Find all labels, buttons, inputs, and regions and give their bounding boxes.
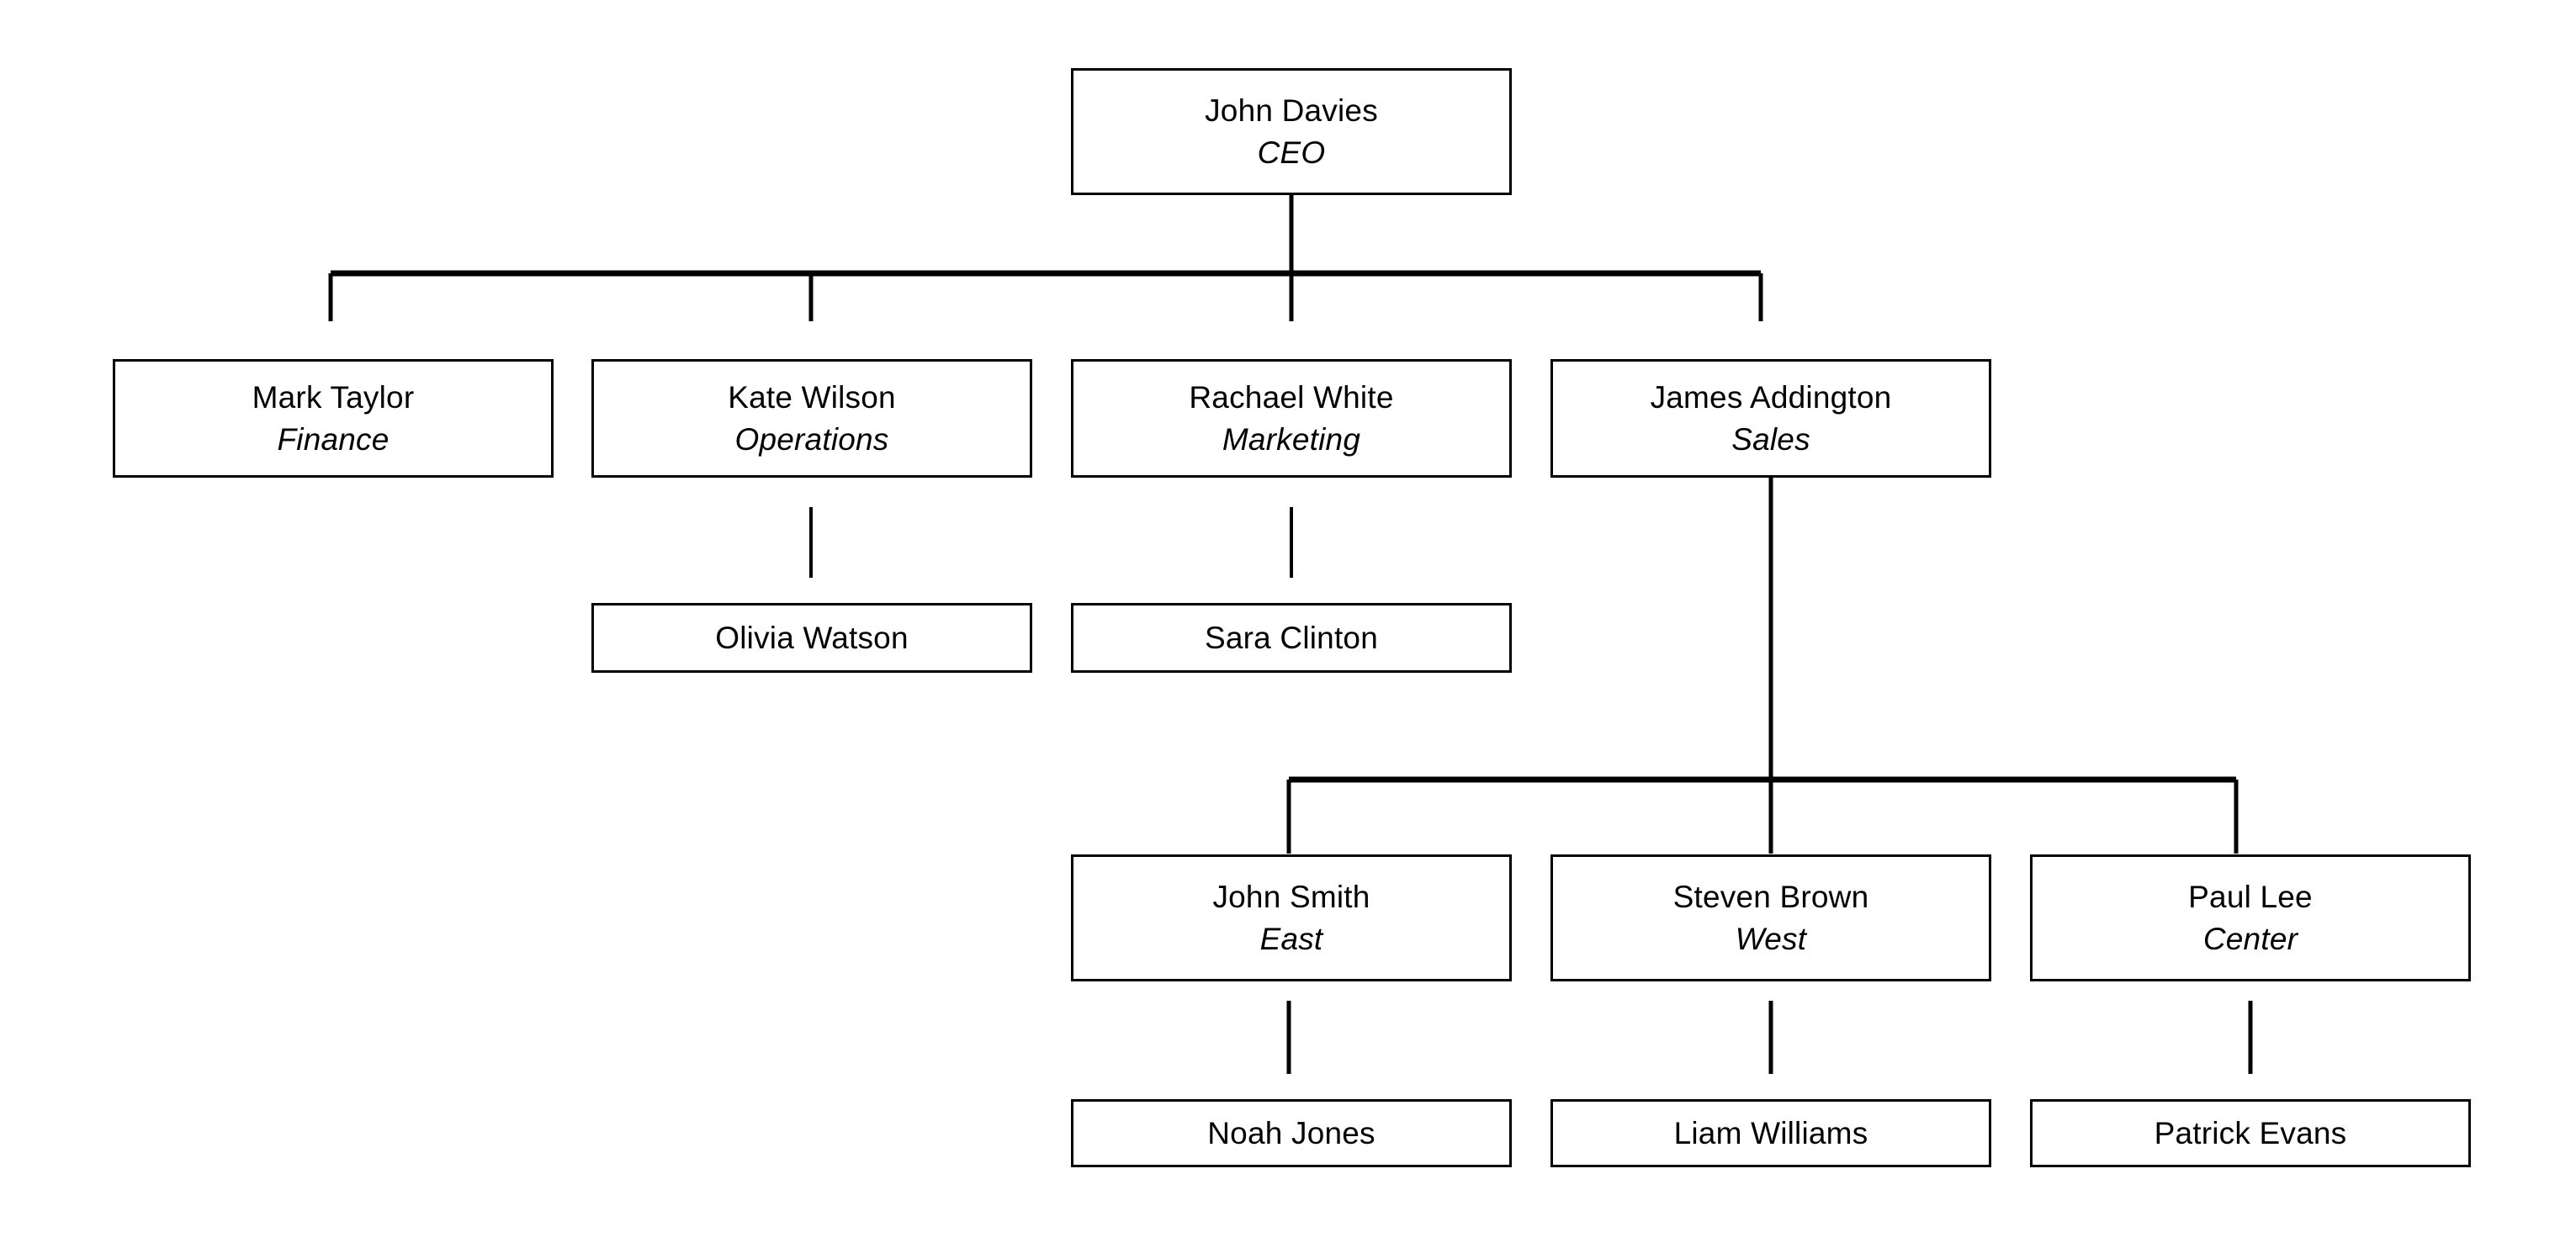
node-title: Finance bbox=[277, 421, 390, 457]
node-title: East bbox=[1259, 921, 1323, 956]
node-operations[interactable]: Kate Wilson Operations bbox=[591, 359, 1032, 478]
node-patrick-evans[interactable]: Patrick Evans bbox=[2030, 1099, 2471, 1167]
node-name: Liam Williams bbox=[1673, 1115, 1868, 1150]
node-sara-clinton[interactable]: Sara Clinton bbox=[1071, 603, 1512, 673]
org-chart: John Davies CEO Mark Taylor Finance Kate… bbox=[0, 0, 2576, 1248]
node-name: Paul Lee bbox=[2188, 879, 2313, 914]
node-title: CEO bbox=[1257, 135, 1326, 170]
node-east[interactable]: John Smith East bbox=[1071, 854, 1512, 981]
node-olivia-watson[interactable]: Olivia Watson bbox=[591, 603, 1032, 673]
node-name: John Smith bbox=[1212, 879, 1370, 914]
node-marketing[interactable]: Rachael White Marketing bbox=[1071, 359, 1512, 478]
node-noah-jones[interactable]: Noah Jones bbox=[1071, 1099, 1512, 1167]
node-title: Sales bbox=[1731, 421, 1810, 457]
node-name: Olivia Watson bbox=[715, 620, 909, 655]
node-title: Marketing bbox=[1222, 421, 1361, 457]
node-name: James Addington bbox=[1650, 379, 1892, 415]
node-name: Sara Clinton bbox=[1204, 620, 1378, 655]
node-title: Center bbox=[2202, 921, 2298, 956]
node-liam-williams[interactable]: Liam Williams bbox=[1550, 1099, 1991, 1167]
node-name: Noah Jones bbox=[1207, 1115, 1375, 1150]
node-name: Rachael White bbox=[1189, 379, 1394, 415]
node-west[interactable]: Steven Brown West bbox=[1550, 854, 1991, 981]
node-name: Patrick Evans bbox=[2154, 1115, 2347, 1150]
node-title: Operations bbox=[734, 421, 889, 457]
node-name: John Davies bbox=[1205, 93, 1378, 128]
node-center[interactable]: Paul Lee Center bbox=[2030, 854, 2471, 981]
node-name: Steven Brown bbox=[1672, 879, 1869, 914]
node-name: Kate Wilson bbox=[728, 379, 896, 415]
node-title: West bbox=[1735, 921, 1807, 956]
node-finance[interactable]: Mark Taylor Finance bbox=[113, 359, 554, 478]
node-name: Mark Taylor bbox=[252, 379, 415, 415]
node-sales[interactable]: James Addington Sales bbox=[1550, 359, 1991, 478]
node-ceo[interactable]: John Davies CEO bbox=[1071, 68, 1512, 195]
